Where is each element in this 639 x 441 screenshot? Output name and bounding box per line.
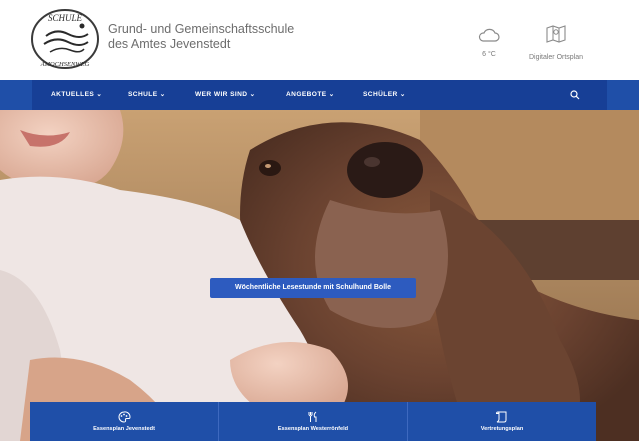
cutlery-icon <box>308 411 317 422</box>
quick-link-essensplan-jevenstedt[interactable]: Essensplan Jevenstedt <box>30 402 219 441</box>
nav-item-schueler[interactable]: SCHÜLER ⌄ <box>363 80 406 110</box>
school-logo[interactable]: SCHULE AMOCHSENWEG <box>28 6 102 72</box>
svg-text:AMOCHSENWEG: AMOCHSENWEG <box>40 61 90 68</box>
school-name[interactable]: Grund- und Gemeinschaftsschule des Amtes… <box>108 22 294 52</box>
search-button[interactable] <box>560 80 590 110</box>
cloud-icon <box>478 28 500 42</box>
weather-widget: 6 °C <box>474 28 504 58</box>
quick-link-essensplan-westerroenfeld[interactable]: Essensplan Westerrönfeld <box>219 402 408 441</box>
main-navigation: AKTUELLES ⌄ SCHULE ⌄ WER WIR SIND ⌄ ANGE… <box>0 80 639 110</box>
nav-item-aktuelles[interactable]: AKTUELLES ⌄ <box>51 80 102 110</box>
school-name-line1: Grund- und Gemeinschaftsschule <box>108 22 295 36</box>
search-icon <box>570 90 580 100</box>
temperature-label: 6 °C <box>482 51 496 58</box>
map-link[interactable]: Digitaler Ortsplan <box>518 24 594 61</box>
scroll-icon <box>495 411 507 423</box>
quick-link-label: Essensplan Jevenstedt <box>93 426 155 432</box>
hero-caption[interactable]: Wöchentliche Lesestunde mit Schulhund Bo… <box>210 278 416 298</box>
hero-banner: Wöchentliche Lesestunde mit Schulhund Bo… <box>0 110 639 441</box>
nav-item-schule[interactable]: SCHULE ⌄ <box>128 80 166 110</box>
site-header: SCHULE AMOCHSENWEG Grund- und Gemeinscha… <box>0 0 639 80</box>
hero-photo-child-with-dog <box>0 110 639 441</box>
map-icon <box>546 25 566 43</box>
quick-link-label: Vertretungsplan <box>480 426 524 432</box>
school-name-line2: des Amtes Jevenstedt <box>108 37 231 51</box>
quick-link-vertretungsplan[interactable]: Vertretungsplan <box>408 402 596 441</box>
svg-text:SCHULE: SCHULE <box>48 13 83 23</box>
nav-item-wer-wir-sind[interactable]: WER WIR SIND ⌄ <box>195 80 256 110</box>
map-label: Digitaler Ortsplan <box>528 54 584 61</box>
quick-link-label: Essensplan Westerrönfeld <box>277 426 349 432</box>
nav-item-angebote[interactable]: ANGEBOTE ⌄ <box>286 80 335 110</box>
palette-icon <box>118 411 131 423</box>
quick-links-bar: Essensplan Jevenstedt Essensplan Westerr… <box>30 402 596 441</box>
